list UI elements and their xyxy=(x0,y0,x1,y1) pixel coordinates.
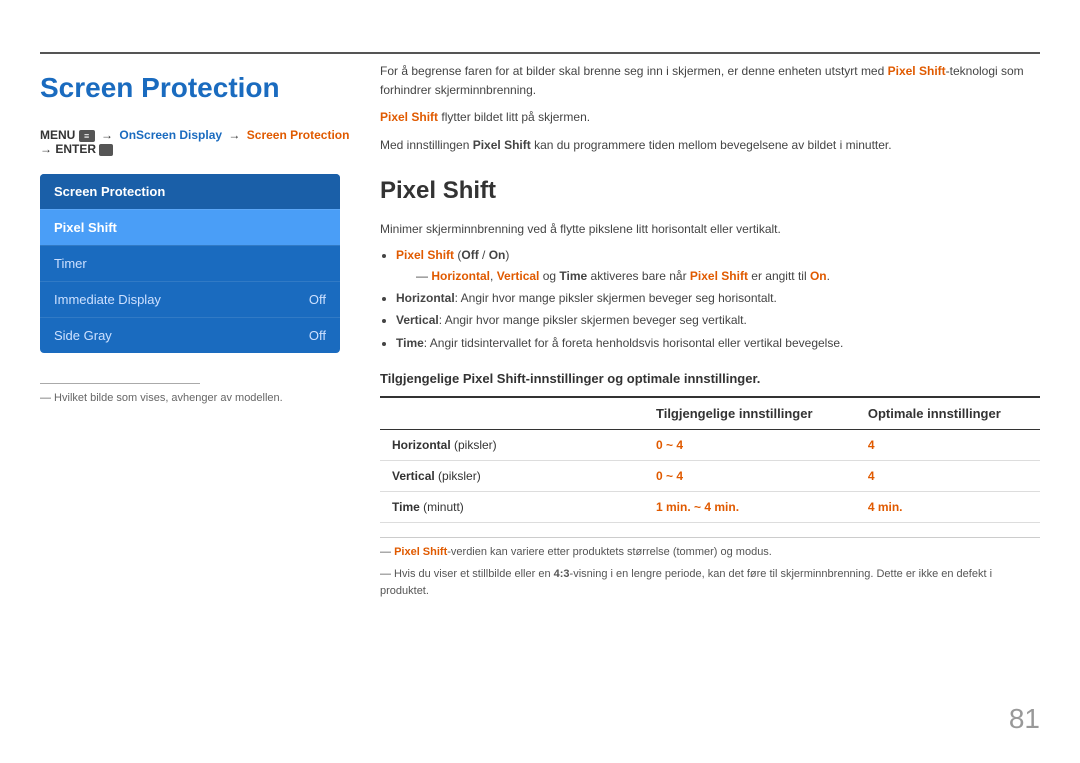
bullet-list: Pixel Shift (Off / On) Horizontal, Verti… xyxy=(396,245,1040,353)
table-header-col2: Tilgjengelige innstillinger xyxy=(644,397,856,430)
pixel-shift-table: Tilgjengelige innstillinger Optimale inn… xyxy=(380,396,1040,523)
menu-item-sidegray-label: Side Gray xyxy=(54,328,112,343)
left-panel: Screen Protection MENU ≡ → OnScreen Disp… xyxy=(40,62,360,404)
table-footnote-1: ― Pixel Shift-verdien kan variere etter … xyxy=(380,544,1040,562)
menu-item-immediatedisplay[interactable]: Immediate Display Off xyxy=(40,281,340,317)
menu-item-timer-label: Timer xyxy=(54,256,87,271)
breadcrumb-arrow1: → xyxy=(101,128,116,142)
table-section-title: Tilgjengelige Pixel Shift-innstillinger … xyxy=(380,371,1040,386)
screen-protection-menu: Screen Protection Pixel Shift Timer Imme… xyxy=(40,174,340,353)
sub-bullet-1: Horizontal, Vertical og Time aktiveres b… xyxy=(416,266,1040,286)
breadcrumb-onscreen: OnScreen Display xyxy=(119,128,222,142)
menu-item-sidegray[interactable]: Side Gray Off xyxy=(40,317,340,353)
description: Minimer skjerminnbrenning ved å flytte p… xyxy=(380,219,1040,239)
footnote-divider xyxy=(40,383,200,384)
table-header-col3: Optimale innstillinger xyxy=(856,397,1040,430)
breadcrumb-menu: MENU ≡ xyxy=(40,128,95,142)
table-row-horizontal: Horizontal (piksler) 0 ~ 4 4 xyxy=(380,430,1040,461)
table-cell-vertical-optimal: 4 xyxy=(856,461,1040,492)
menu-item-sidegray-value: Off xyxy=(309,328,326,343)
top-divider xyxy=(40,52,1040,54)
menu-header: Screen Protection xyxy=(40,174,340,209)
table-row-vertical: Vertical (piksler) 0 ~ 4 4 xyxy=(380,461,1040,492)
table-cell-horizontal-label: Horizontal (piksler) xyxy=(380,430,644,461)
bullet-item-3: Vertical: Angir hvor mange piksler skjer… xyxy=(396,310,1040,330)
table-footnote-divider xyxy=(380,537,1040,538)
page-title: Screen Protection xyxy=(40,72,360,104)
menu-item-timer[interactable]: Timer xyxy=(40,245,340,281)
menu-item-pixelshift-label: Pixel Shift xyxy=(54,220,117,235)
intro-line-2: Pixel Shift flytter bildet litt på skjer… xyxy=(380,108,1040,127)
section-title: Pixel Shift xyxy=(380,177,1040,205)
left-footnote: ― Hvilket bilde som vises, avhenger av m… xyxy=(40,392,360,404)
table-cell-vertical-available: 0 ~ 4 xyxy=(644,461,856,492)
menu-item-immediatedisplay-value: Off xyxy=(309,292,326,307)
table-cell-horizontal-optimal: 4 xyxy=(856,430,1040,461)
breadcrumb-enter: → ENTER xyxy=(40,142,113,156)
breadcrumb-arrow2: → xyxy=(228,128,243,142)
table-footnote-2: ― Hvis du viser et stillbilde eller en 4… xyxy=(380,566,1040,601)
bullet-item-4: Time: Angir tidsintervallet for å foreta… xyxy=(396,333,1040,353)
table-cell-time-optimal: 4 min. xyxy=(856,492,1040,523)
table-cell-time-label: Time (minutt) xyxy=(380,492,644,523)
table-row-time: Time (minutt) 1 min. ~ 4 min. 4 min. xyxy=(380,492,1040,523)
bullet-item-2: Horizontal: Angir hvor mange piksler skj… xyxy=(396,288,1040,308)
page-number: 81 xyxy=(1009,703,1040,735)
menu-item-pixelshift[interactable]: Pixel Shift xyxy=(40,209,340,245)
intro-line-3: Med innstillingen Pixel Shift kan du pro… xyxy=(380,136,1040,155)
table-header-col1 xyxy=(380,397,644,430)
breadcrumb-screenprotection: Screen Protection xyxy=(247,128,350,142)
table-cell-vertical-label: Vertical (piksler) xyxy=(380,461,644,492)
intro-line-1: For å begrense faren for at bilder skal … xyxy=(380,62,1040,100)
breadcrumb: MENU ≡ → OnScreen Display → Screen Prote… xyxy=(40,128,360,156)
right-panel: For å begrense faren for at bilder skal … xyxy=(380,62,1040,605)
table-cell-time-available: 1 min. ~ 4 min. xyxy=(644,492,856,523)
menu-item-immediatedisplay-label: Immediate Display xyxy=(54,292,161,307)
table-cell-horizontal-available: 0 ~ 4 xyxy=(644,430,856,461)
bullet-item-1: Pixel Shift (Off / On) Horizontal, Verti… xyxy=(396,245,1040,286)
